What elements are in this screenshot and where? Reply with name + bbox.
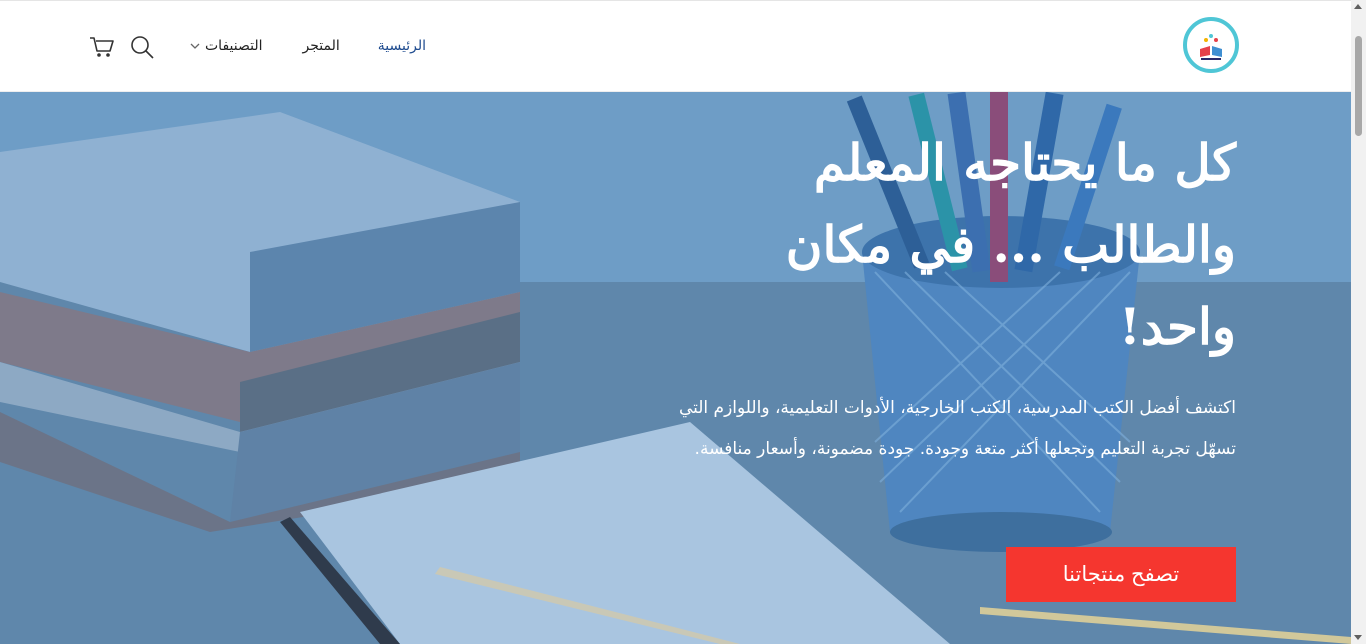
hero-banner: كل ما يحتاجه المعلم والطالب ... في مكان … <box>0 92 1351 644</box>
nav-home-label: الرئيسية <box>377 38 426 54</box>
site-logo[interactable] <box>1183 17 1239 73</box>
cart-icon <box>90 37 114 57</box>
nav-store-label: المتجر <box>302 38 340 54</box>
header-tools <box>88 33 156 61</box>
hero-title: كل ما يحتاجه المعلم والطالب ... في مكان … <box>785 133 1236 356</box>
nav-store[interactable]: المتجر <box>303 38 340 54</box>
scroll-down-arrow-icon[interactable] <box>1354 635 1362 640</box>
nav-home[interactable]: الرئيسية <box>378 38 426 54</box>
scroll-thumb[interactable] <box>1355 36 1362 136</box>
nav-categories[interactable]: التصنيفات <box>190 38 263 54</box>
bookstore-logo-icon <box>1200 34 1222 60</box>
browse-products-button[interactable]: تصفح منتجاتنا <box>1006 547 1236 602</box>
search-button[interactable] <box>128 33 156 61</box>
cart-button[interactable] <box>88 33 116 61</box>
nav-categories-label: التصنيفات <box>205 38 263 54</box>
search-icon <box>131 36 154 59</box>
hero-content: كل ما يحتاجه المعلم والطالب ... في مكان … <box>676 92 1236 470</box>
hero-description: اكتشف أفضل الكتب المدرسية، الكتب الخارجي… <box>678 398 1236 459</box>
page-scrollbar[interactable] <box>1351 0 1366 644</box>
scroll-up-arrow-icon[interactable] <box>1354 4 1362 9</box>
main-nav: التصنيفات المتجر الرئيسية <box>190 35 426 57</box>
site-header: التصنيفات المتجر الرئيسية <box>0 0 1351 92</box>
page: التصنيفات المتجر الرئيسية كل ما يحتاجه ا… <box>0 0 1366 644</box>
chevron-down-icon <box>190 43 200 49</box>
